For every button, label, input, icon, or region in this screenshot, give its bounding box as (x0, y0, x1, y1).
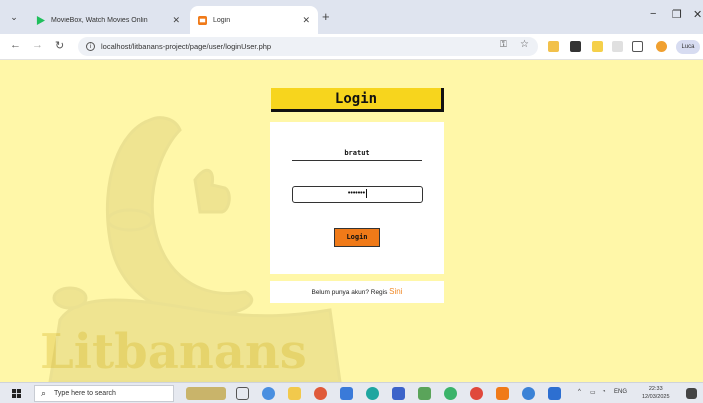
battery-icon[interactable]: ▭ (590, 389, 596, 396)
tab-title: Login (213, 16, 231, 24)
file-explorer-icon[interactable] (288, 387, 301, 400)
app-icon[interactable] (418, 387, 431, 400)
password-key-icon[interactable]: ⚿ (500, 39, 507, 50)
extension-icon[interactable] (570, 41, 581, 52)
minimize-icon[interactable]: − (650, 8, 656, 20)
close-icon[interactable]: ✕ (302, 15, 310, 26)
extension-icon[interactable] (612, 41, 623, 52)
edge-icon[interactable] (366, 387, 379, 400)
extensions-puzzle-icon[interactable] (632, 41, 643, 52)
back-icon[interactable]: ← (10, 39, 21, 51)
taskbar-search-input[interactable]: ⌕ Type here to search (34, 385, 174, 402)
address-toolbar: ← → ↻ i localhost/litbanans-project/page… (0, 34, 703, 60)
extension-icon[interactable] (592, 41, 603, 52)
chrome-icon[interactable] (470, 387, 483, 400)
url-text: localhost/litbanans-project/page/user/lo… (101, 42, 272, 51)
tab-moviebox[interactable]: MovieBox, Watch Movies Onlin ✕ (28, 6, 188, 34)
password-mask: ••••••• (347, 190, 366, 197)
register-prompt: Belum punya akun? Regis Sini (270, 281, 444, 303)
forward-icon[interactable]: → (32, 39, 43, 51)
extension-icon[interactable] (656, 41, 667, 52)
reload-icon[interactable]: ↻ (55, 39, 64, 52)
profile-button[interactable]: Luca (676, 40, 700, 54)
clock-date: 12/03/2025 (642, 394, 670, 400)
text-caret (366, 188, 368, 198)
watermark-text: Litbanans (40, 324, 307, 380)
play-icon (36, 15, 45, 25)
windows-taskbar: ⌕ Type here to search ^ ▭ ◔ ENG 22:33 12… (0, 382, 703, 403)
news-widget-icon[interactable] (186, 387, 226, 400)
whatsapp-icon[interactable] (444, 387, 457, 400)
app-icon[interactable] (314, 387, 327, 400)
task-view-icon[interactable] (236, 387, 249, 400)
taskbar-clock[interactable]: 22:33 12/03/2025 (642, 385, 670, 401)
app-icon[interactable] (522, 387, 535, 400)
username-field[interactable] (292, 146, 422, 161)
bookmark-star-icon[interactable]: ☆ (520, 39, 529, 50)
app-icon[interactable] (392, 387, 405, 400)
register-link[interactable]: Sini (389, 287, 402, 296)
close-icon[interactable]: ✕ (172, 15, 180, 26)
tab-title: MovieBox, Watch Movies Onlin (51, 16, 148, 24)
site-info-icon[interactable]: i (86, 42, 95, 51)
extension-icon[interactable] (548, 41, 559, 52)
notification-icon[interactable] (686, 388, 697, 399)
window-close-icon[interactable]: ✕ (693, 8, 702, 21)
login-form-card: ••••••• Login (270, 122, 444, 274)
windows-start-icon[interactable] (12, 389, 21, 398)
browser-tab-bar: ⌄ MovieBox, Watch Movies Onlin ✕ Login ✕… (0, 0, 703, 34)
app-icon[interactable] (340, 387, 353, 400)
wifi-icon[interactable]: ◔ (602, 389, 606, 395)
new-tab-icon[interactable]: + (322, 9, 330, 24)
register-text: Belum punya akun? Regis (311, 289, 390, 296)
address-bar[interactable]: i localhost/litbanans-project/page/user/… (78, 37, 538, 56)
login-heading: Login (271, 88, 444, 112)
page-content: Litbanans Login ••••••• Login Belum puny… (0, 60, 703, 382)
xampp-icon[interactable] (496, 387, 509, 400)
app-icon[interactable] (548, 387, 561, 400)
language-indicator[interactable]: ENG (614, 389, 627, 395)
password-field[interactable]: ••••••• (292, 186, 423, 203)
search-icon: ⌕ (41, 388, 47, 398)
tab-login[interactable]: Login ✕ (190, 6, 318, 34)
app-icon[interactable] (262, 387, 275, 400)
tab-search-icon[interactable]: ⌄ (8, 11, 20, 23)
maximize-icon[interactable]: ❐ (672, 8, 682, 21)
search-placeholder: Type here to search (54, 390, 116, 397)
login-button[interactable]: Login (334, 228, 380, 247)
site-favicon-icon (198, 15, 207, 25)
tray-chevron-icon[interactable]: ^ (578, 389, 581, 395)
clock-time: 22:33 (648, 386, 663, 392)
